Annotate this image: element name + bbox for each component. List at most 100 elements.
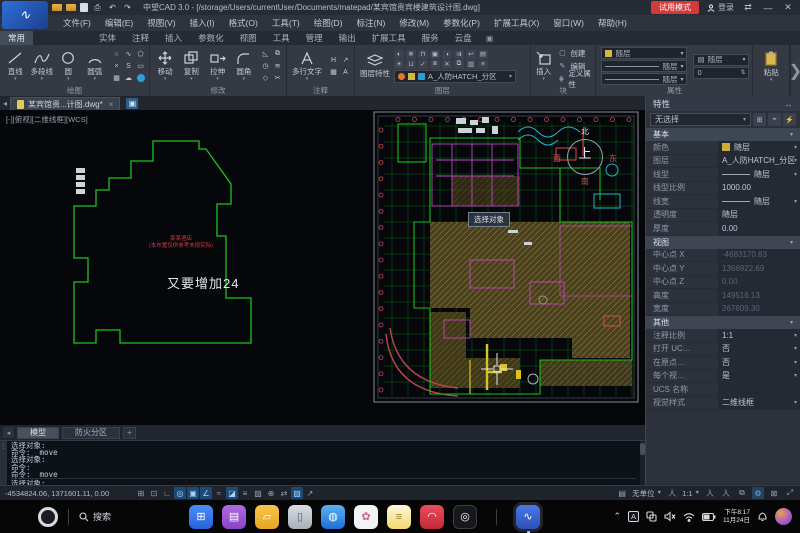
ribbon-tab-tools[interactable]: 工具 [265,31,298,45]
stretch-tool[interactable]: 拉伸▾ [206,51,230,81]
new-file-icon[interactable] [52,4,62,11]
ribbon-tab-annotate[interactable]: 注释 [124,31,157,45]
minimize-button[interactable]: — [762,3,774,13]
arc-tool[interactable]: 圆弧▾ [83,51,108,81]
browser-app-icon[interactable]: ◍ [321,505,345,529]
layer-copy-icon[interactable]: ⧉ [454,60,464,69]
tab-close-icon[interactable]: × [109,100,114,109]
layout-tab-model[interactable]: 模型 [17,427,59,439]
prop-row-ucsicon-on[interactable]: 打开 UC…否▾ [646,343,800,357]
battery-icon[interactable] [702,513,716,521]
prop-row-layer[interactable]: 图层A_人防HATCH_分区▾ [646,155,800,169]
user-avatar[interactable] [775,508,792,525]
curve-icon[interactable]: S [123,61,134,72]
prop-row-ucs-per-viewport[interactable]: 每个视…是▾ [646,370,800,384]
command-scrollbar[interactable] [640,441,645,485]
linetype-dropdown[interactable]: 随层▾ [601,73,687,85]
notification-bell-icon[interactable] [757,511,768,522]
layer-lock-icon[interactable]: ⊓ [418,50,428,59]
fillet-tool[interactable]: 圆角▾ [232,51,256,81]
point-icon[interactable]: × [111,61,122,72]
undo-icon[interactable]: ↶ [107,3,118,12]
layer-off-icon[interactable]: ◑ [442,50,452,59]
prop-row-visual-style[interactable]: 视觉样式二维线框▾ [646,397,800,411]
layout-scroll-icon[interactable]: ◂ [3,427,14,438]
new-document-icon[interactable]: ▣ [126,98,138,109]
tray-expand-icon[interactable]: ⌃ [613,511,621,522]
files-app-icon[interactable]: ▱ [255,505,279,529]
add-layout-icon[interactable]: + [123,427,136,439]
section-basic[interactable]: 基本▾ [646,128,800,141]
ribbon-tab-cloud[interactable]: 云盘 [447,31,480,45]
save-icon[interactable] [80,3,88,12]
mirror-icon[interactable]: ⧉ [272,49,283,60]
trash-icon[interactable]: ▯ [288,505,312,529]
trial-mode-button[interactable]: 试用模式 [651,1,699,14]
cad-canvas[interactable] [0,110,645,425]
prop-row-linetype[interactable]: 线型随层▾ [646,168,800,182]
menu-draw[interactable]: 绘图(D) [307,17,350,29]
layer-match-icon[interactable]: ⇉ [454,50,464,59]
volume-muted-icon[interactable] [664,511,676,522]
email-app-icon[interactable]: ▤ [222,505,246,529]
dynamic-input-toggle-icon[interactable]: ◪ [226,487,238,499]
otrack-toggle-icon[interactable]: ∠ [200,487,212,499]
translate-icon[interactable] [646,511,657,522]
prop-row-ltscale[interactable]: 线型比例1000.00 [646,182,800,196]
camera-app-icon[interactable]: ◎ [453,505,477,529]
ribbon-tab-insert[interactable]: 插入 [157,31,190,45]
sync-icon[interactable]: ⇄ [742,2,754,13]
layer-merge-icon[interactable]: ⧈ [430,60,440,69]
erase-icon[interactable]: ◺ [260,49,271,60]
units-dropdown[interactable]: 无单位▼ [632,488,662,499]
copy-tool[interactable]: 复制▾ [179,51,203,81]
panel-label-annotate[interactable]: 注释 [287,85,354,96]
line-tool[interactable]: 直线▾ [3,51,28,81]
menu-edit[interactable]: 编辑(E) [98,17,140,29]
settings-gear-icon[interactable]: ⚙ [752,487,764,499]
create-block-tool[interactable]: ▢创建 [557,47,592,59]
input-method-icon[interactable]: A [628,511,639,522]
ellipse-icon[interactable]: ○ [111,49,122,60]
donut-icon[interactable] [135,73,146,84]
spline-icon[interactable]: ∿ [123,49,134,60]
define-attribute-tool[interactable]: ⋕定义属性 [557,73,592,85]
layer-cur-icon[interactable]: ✓ [418,60,428,69]
ribbon-tab-home[interactable]: 常用 [0,31,33,45]
model-space-icon[interactable]: ▤ [616,487,628,499]
toggle-pickadd-icon[interactable]: ⊞ [753,113,766,126]
menu-format[interactable]: 格式(O) [222,17,265,29]
menu-view[interactable]: 视图(V) [140,17,182,29]
layer-prev-icon[interactable]: ↩ [466,50,476,59]
ribbon-tab-service[interactable]: 服务 [414,31,447,45]
rectangle-icon[interactable]: ▭ [135,61,146,72]
document-tab[interactable]: 某宾馆贵...计图.dwg* × [10,97,120,110]
drawing-viewport[interactable]: [-][俯视][二维线框][WCS] 某某酒店 (本布置仅供参考未按实际) 又要… [0,110,645,425]
gallery-app-icon[interactable]: ✿ [354,505,378,529]
selection-dropdown[interactable]: 无选择▾ [650,113,751,126]
command-window[interactable]: ⋮ 选择对象: 命令: _move 选择对象: 命令: 命令: _move 选择… [0,440,645,485]
layer-bulb-icon[interactable] [398,73,405,80]
transparency-toggle-icon[interactable]: ≡ [239,487,251,499]
print-icon[interactable]: ⎙ [92,3,103,12]
quick-properties-toggle-icon[interactable]: ⇄ [278,487,290,499]
panel-label-modify[interactable]: 修改 [150,85,286,96]
section-view[interactable]: 视图▾ [646,236,800,249]
layer-sun-icon[interactable] [408,73,415,80]
menu-express[interactable]: 扩展工具(X) [487,17,546,29]
annotation-scale-dropdown[interactable]: 1:1▼ [682,489,700,498]
menu-file[interactable]: 文件(F) [56,17,98,29]
osnap-toggle-icon[interactable]: ▣ [187,487,199,499]
layer-thaw-icon[interactable]: ☀ [394,60,404,69]
annoallvisible-icon[interactable]: 人 [720,487,732,499]
viewport-controls-label[interactable]: [-][俯视][二维线框][WCS] [6,114,88,125]
taskbar-search[interactable]: 搜索 [79,510,111,523]
circle-tool[interactable]: 圆▾ [56,51,81,81]
prop-row-height[interactable]: 高度149516.13 [646,289,800,303]
ribbon-tab-parametric[interactable]: 参数化 [190,31,232,45]
panel-label-properties[interactable]: 属性 [596,85,752,96]
panel-label-draw[interactable]: 绘图 [0,85,149,96]
leader-icon[interactable]: ↗ [340,55,351,66]
layer-walk-icon[interactable]: ▤ [478,50,488,59]
prop-row-color[interactable]: 颜色随层▾ [646,141,800,155]
